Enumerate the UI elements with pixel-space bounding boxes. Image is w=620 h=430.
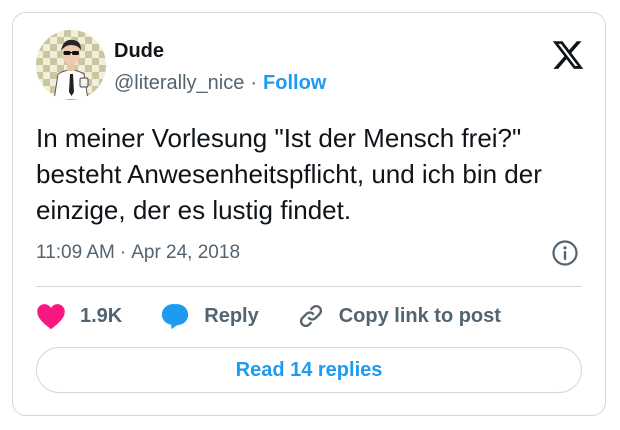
copy-link-label: Copy link to post (338, 304, 501, 327)
tweet-timestamp[interactable]: 11:09 AM · Apr 24, 2018 (36, 241, 240, 265)
reply-button[interactable]: Reply (160, 302, 259, 330)
info-icon[interactable] (551, 239, 579, 267)
read-replies-label: Read 14 replies (235, 358, 383, 381)
action-bar: 1.9K Reply Copy link to post (36, 301, 501, 331)
like-count: 1.9K (80, 304, 123, 327)
avatar[interactable] (36, 30, 106, 100)
follow-button[interactable]: Follow (263, 72, 326, 94)
author-handle[interactable]: @literally_nice (114, 72, 244, 94)
avatar-image (36, 30, 106, 100)
author-handle-row: @literally_nice · Follow (114, 71, 326, 95)
tweet-card: Dude @literally_nice · Follow In meiner Vo… (12, 12, 606, 416)
handle-separator: · (250, 72, 258, 94)
timestamp-separator: · (119, 242, 127, 263)
x-logo-icon[interactable] (551, 38, 585, 72)
reply-label: Reply (204, 304, 259, 327)
tweet-text: In meiner Vorlesung "Ist der Mensch frei… (36, 123, 542, 225)
divider (36, 286, 582, 287)
link-icon (299, 304, 322, 328)
speech-bubble-icon (162, 304, 189, 330)
read-replies-button[interactable]: Read 14 replies (36, 347, 582, 393)
heart-icon (37, 304, 65, 330)
tweet-date: Apr 24, 2018 (131, 242, 241, 263)
like-button[interactable]: 1.9K (36, 302, 122, 330)
author-display-name[interactable]: Dude (114, 39, 164, 63)
tweet-time: 11:09 AM (36, 242, 115, 263)
copy-link-button[interactable]: Copy link to post (297, 302, 501, 330)
